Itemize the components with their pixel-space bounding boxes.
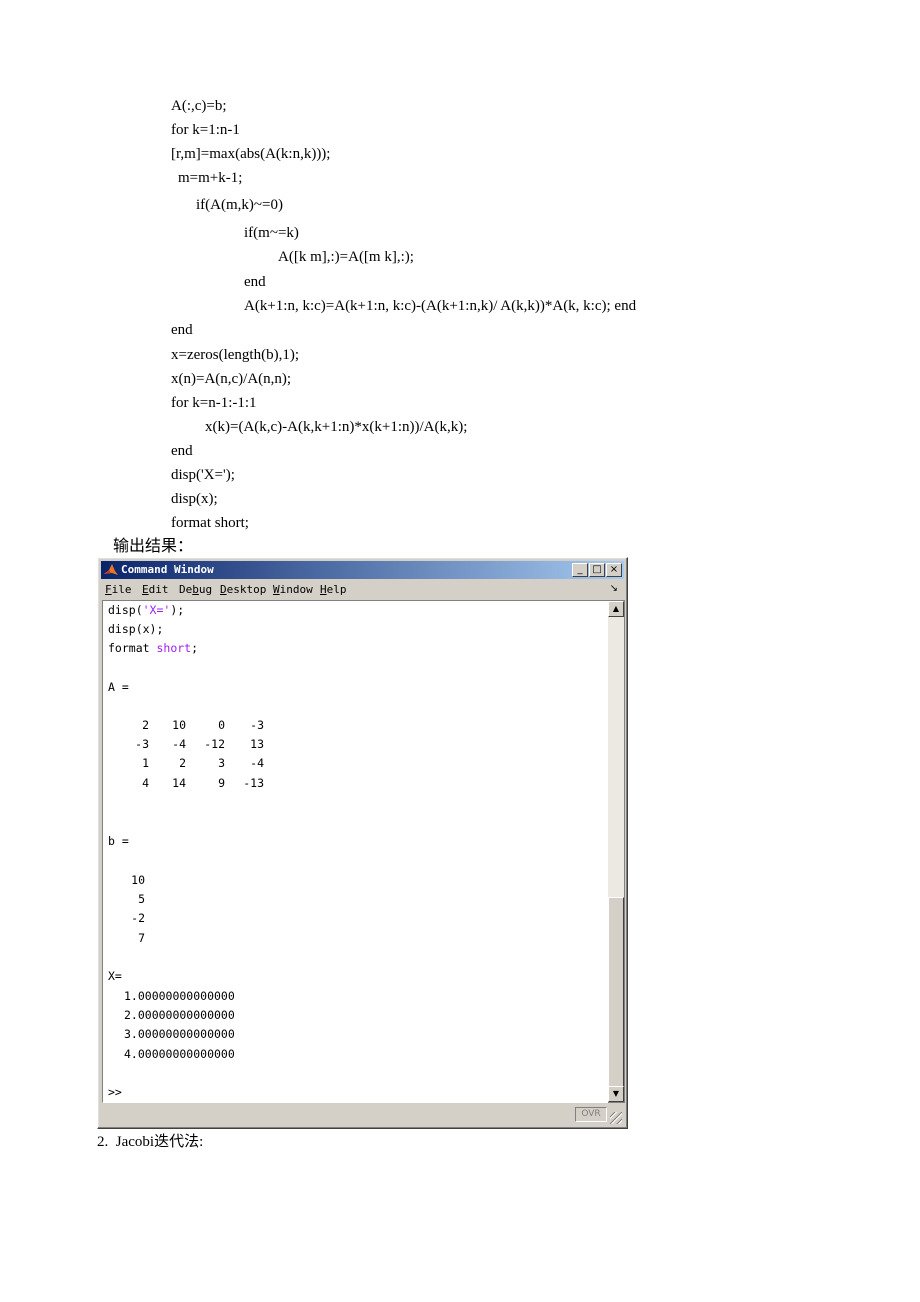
vector-b-value: -2 xyxy=(131,911,145,925)
code-line: end xyxy=(171,322,193,338)
code-line: [r,m]=max(abs(A(k:n,k))); xyxy=(171,146,331,162)
minimize-button[interactable]: _ xyxy=(572,563,588,577)
code-line: for k=n-1:-1:1 xyxy=(171,395,257,411)
vertical-scrollbar[interactable]: ▲ ▼ xyxy=(608,600,625,1103)
code-line: if(m~=k) xyxy=(244,225,299,241)
code-line: x=zeros(length(b),1); xyxy=(171,347,299,363)
code-line: x(k)=(A(k,c)-A(k,k+1:n)*x(k+1:n))/A(k,k)… xyxy=(205,419,468,435)
output-caption: 输出结果： xyxy=(113,538,194,555)
vector-b-value: 10 xyxy=(131,873,145,887)
code-line: end xyxy=(171,443,193,459)
code-line: format short; xyxy=(171,515,249,531)
vector-b-label: b = xyxy=(108,834,129,848)
matrix-a-row: 2 10 0 -3 xyxy=(142,718,264,732)
code-line: A([k m],:)=A([m k],:); xyxy=(278,249,414,265)
console-line: disp('X='); xyxy=(108,603,185,617)
dock-arrow-icon[interactable]: ↘ xyxy=(610,583,618,595)
code-line: disp(x); xyxy=(171,491,218,507)
code-line: m=m+k-1; xyxy=(178,170,243,186)
menu-debug[interactable]: Debug xyxy=(179,582,212,597)
menu-bar: File Edit Debug Desktop Window Help ↘ xyxy=(101,580,624,599)
console-line: disp(x); xyxy=(108,622,164,636)
matrix-a-row: 1 2 3 -4 xyxy=(142,756,264,770)
console-line: format short; xyxy=(108,641,199,655)
matrix-a-row: 4 14 9 -13 xyxy=(142,776,264,790)
code-line: A(k+1:n, k:c)=A(k+1:n, k:c)-(A(k+1:n,k)/… xyxy=(244,298,637,314)
menu-desktop[interactable]: Desktop xyxy=(220,582,266,597)
vector-x-value: 3.00000000000000 xyxy=(124,1027,235,1041)
window-title: Command Window xyxy=(121,563,214,576)
code-line: x(n)=A(n,c)/A(n,n); xyxy=(171,371,292,387)
command-prompt[interactable]: >> xyxy=(108,1085,122,1099)
matrix-a-label: A = xyxy=(108,680,129,694)
vector-x-value: 2.00000000000000 xyxy=(124,1008,235,1022)
matrix-a-row: -3 -4 -12 13 xyxy=(135,737,264,751)
matlab-logo-icon xyxy=(104,564,118,575)
scrollbar-thumb[interactable] xyxy=(608,897,624,1087)
vector-x-value: 4.00000000000000 xyxy=(124,1047,235,1061)
menu-window[interactable]: Window xyxy=(273,582,313,597)
console-output[interactable]: disp('X='); disp(x); format short; A = 2… xyxy=(102,600,608,1103)
maximize-button[interactable]: □ xyxy=(589,563,605,577)
code-line: for k=1:n-1 xyxy=(171,122,240,138)
code-line: end xyxy=(244,274,266,290)
vector-b-value: 7 xyxy=(138,931,145,945)
code-line: A(:,c)=b; xyxy=(171,98,227,114)
scroll-up-button[interactable]: ▲ xyxy=(608,601,624,617)
menu-file[interactable]: File xyxy=(105,582,132,597)
menu-edit[interactable]: Edit xyxy=(142,582,169,597)
command-window: Command Window _ □ × File Edit Debug Des… xyxy=(97,557,628,1129)
code-line: if(A(m,k)~=0) xyxy=(196,197,283,213)
code-line: disp('X='); xyxy=(171,467,235,483)
ovr-indicator: OVR xyxy=(575,1107,607,1122)
title-bar[interactable]: Command Window _ □ × xyxy=(101,561,624,579)
vector-b-value: 5 xyxy=(138,892,145,906)
menu-help[interactable]: Help xyxy=(320,582,347,597)
scroll-down-button[interactable]: ▼ xyxy=(608,1086,624,1102)
status-bar: OVR xyxy=(102,1105,623,1125)
section-heading: 2. Jacobi迭代法: xyxy=(97,1134,204,1150)
vector-x-label: X= xyxy=(108,969,122,983)
vector-x-value: 1.00000000000000 xyxy=(124,989,235,1003)
resize-grip-icon[interactable] xyxy=(610,1112,622,1124)
close-button[interactable]: × xyxy=(606,563,622,577)
